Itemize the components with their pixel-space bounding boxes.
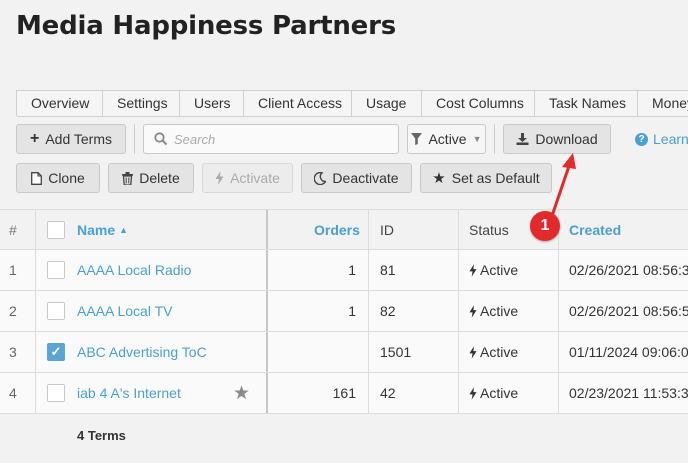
column-name-header[interactable]: Name ▲ <box>77 210 128 249</box>
column-status-header[interactable]: Status <box>469 210 509 249</box>
column-number-header: # <box>9 221 17 238</box>
search-icon <box>154 132 168 146</box>
orders-count: 1 <box>348 262 356 278</box>
created-date: 01/11/2024 09:06:04 <box>569 344 688 360</box>
status-cell: Active <box>469 291 518 331</box>
deactivate-button[interactable]: Deactivate <box>301 163 412 193</box>
select-all-checkbox[interactable] <box>47 220 65 239</box>
row-checkbox[interactable] <box>47 384 65 402</box>
moon-icon <box>314 171 327 185</box>
tab-task-names[interactable]: Task Names <box>535 91 638 117</box>
table-header: # Name ▲ Orders ID Status Created <box>0 209 688 250</box>
trash-icon <box>122 171 134 185</box>
status-cell: Active <box>469 332 518 372</box>
column-created-header[interactable]: Created <box>569 210 621 249</box>
tab-settings[interactable]: Settings <box>103 91 180 117</box>
bolt-icon <box>215 171 224 185</box>
table-row[interactable]: 3 ✓ ABC Advertising ToC 1501 Active 01/1… <box>0 332 688 373</box>
toolbar-divider <box>134 124 135 154</box>
delete-button[interactable]: Delete <box>108 163 194 193</box>
term-id: 1501 <box>380 344 412 360</box>
row-number: 2 <box>9 303 17 319</box>
status-cell: Active <box>469 250 518 290</box>
default-star-icon: ★ <box>233 382 251 404</box>
annotation-badge: 1 <box>530 211 560 241</box>
tab-cost-columns[interactable]: Cost Columns <box>422 91 535 117</box>
bolt-icon <box>469 304 477 318</box>
add-terms-button[interactable]: + Add Terms <box>16 124 126 154</box>
term-id: 82 <box>380 303 396 319</box>
term-name-link[interactable]: AAAA Local Radio <box>77 250 191 290</box>
search-input[interactable] <box>174 131 374 147</box>
table-row[interactable]: 4 iab 4 A's Internet ★ 161 42 Active 02/… <box>0 373 688 414</box>
orders-count: 161 <box>332 385 356 401</box>
activate-button[interactable]: Activate <box>202 163 293 193</box>
created-date: 02/23/2021 11:53:38 <box>569 385 688 401</box>
plus-icon: + <box>29 130 40 147</box>
term-id: 42 <box>380 385 396 401</box>
star-icon: ★ <box>432 170 446 187</box>
term-id: 81 <box>380 262 396 278</box>
tab-client-access[interactable]: Client Access <box>244 91 352 117</box>
orders-count <box>270 332 356 372</box>
bolt-icon <box>469 386 477 400</box>
tab-money[interactable]: Money <box>638 91 688 117</box>
row-number: 3 <box>9 344 17 360</box>
learn-link[interactable]: ? Learn <box>635 131 688 147</box>
created-date: 02/26/2021 08:56:50 <box>569 303 688 319</box>
status-cell: Active <box>469 373 518 413</box>
column-id-header[interactable]: ID <box>380 210 394 249</box>
sort-asc-icon: ▲ <box>119 224 129 235</box>
set-default-button[interactable]: ★ Set as Default <box>420 163 552 193</box>
caret-down-icon: ▼ <box>472 134 482 144</box>
column-orders-header[interactable]: Orders <box>314 210 360 249</box>
clone-button[interactable]: Clone <box>16 163 100 193</box>
created-date: 02/26/2021 08:56:30 <box>569 262 688 278</box>
tab-overview[interactable]: Overview <box>17 91 103 117</box>
row-number: 1 <box>9 262 17 278</box>
document-icon <box>31 171 43 185</box>
terms-count: 4 Terms <box>77 428 126 443</box>
status-filter-dropdown[interactable]: Active ▼ <box>407 124 486 154</box>
tab-usage[interactable]: Usage <box>352 91 422 117</box>
help-icon: ? <box>635 132 648 146</box>
term-name-link[interactable]: iab 4 A's Internet <box>77 373 181 413</box>
checkmark-icon: ✓ <box>50 344 62 359</box>
download-button[interactable]: Download <box>503 124 611 154</box>
filter-icon <box>411 133 423 145</box>
tab-bar: Overview Settings Users Client Access Us… <box>16 90 688 117</box>
row-checkbox[interactable] <box>47 302 65 320</box>
toolbar-divider <box>494 124 495 154</box>
table-row[interactable]: 1 AAAA Local Radio 1 81 Active 02/26/202… <box>0 250 688 291</box>
download-icon <box>516 133 529 145</box>
page-title: Media Happiness Partners <box>16 11 397 41</box>
tab-users[interactable]: Users <box>180 91 244 117</box>
bolt-icon <box>469 263 477 277</box>
row-checkbox-checked[interactable]: ✓ <box>47 343 65 361</box>
term-name-link[interactable]: AAAA Local TV <box>77 291 172 331</box>
term-name-link[interactable]: ABC Advertising ToC <box>77 332 207 372</box>
row-checkbox[interactable] <box>47 261 65 279</box>
table-row[interactable]: 2 AAAA Local TV 1 82 Active 02/26/2021 0… <box>0 291 688 332</box>
orders-count: 1 <box>348 303 356 319</box>
bolt-icon <box>469 345 477 359</box>
search-box[interactable] <box>143 124 399 154</box>
row-number: 4 <box>9 385 17 401</box>
